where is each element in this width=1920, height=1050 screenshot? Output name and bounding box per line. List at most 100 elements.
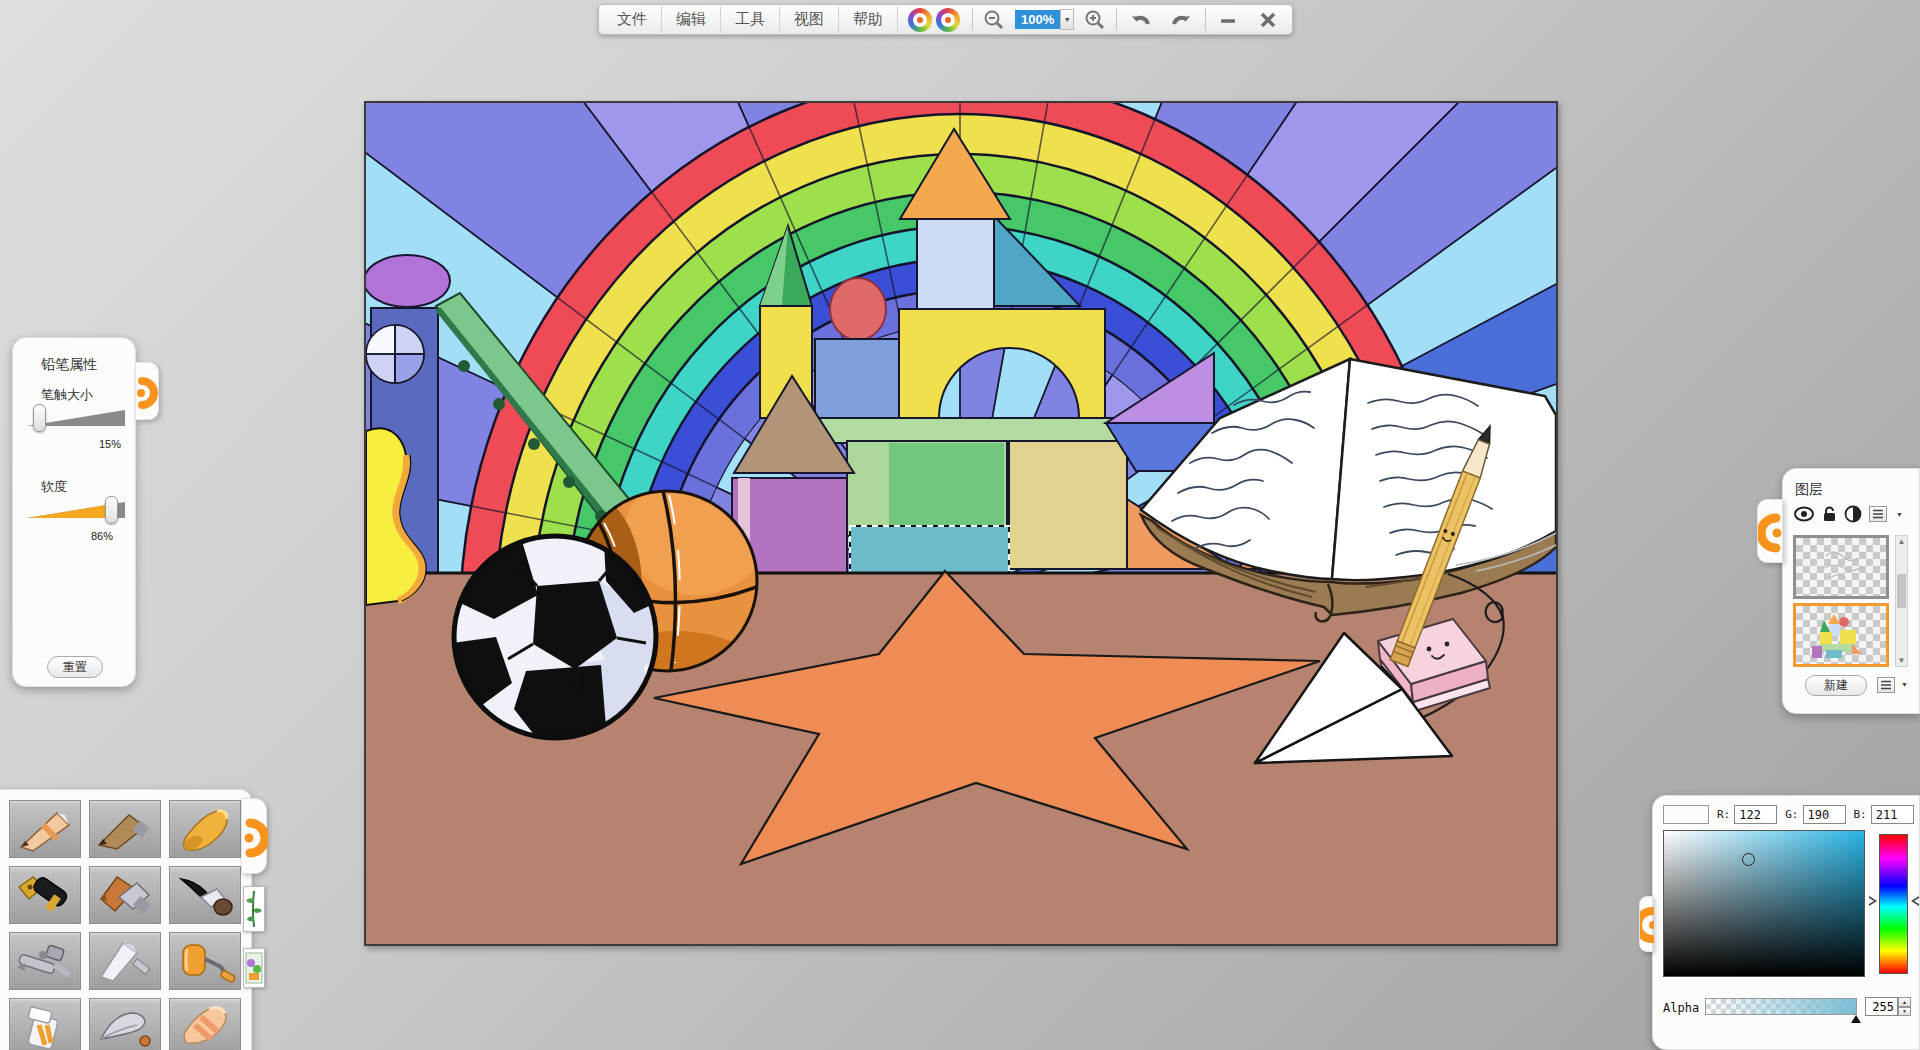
sv-marker[interactable] bbox=[1742, 853, 1755, 866]
blue-label: B: bbox=[1854, 808, 1867, 821]
alpha-slider[interactable] bbox=[1705, 998, 1857, 1015]
new-layer-button[interactable]: 新建 bbox=[1805, 675, 1867, 696]
alpha-label: Alpha bbox=[1663, 1001, 1699, 1015]
brush-grid bbox=[9, 800, 241, 1050]
layers-scrollbar[interactable]: ▲ ▼ bbox=[1895, 535, 1908, 667]
zoom-level-field[interactable]: 100% ▼ bbox=[1015, 9, 1074, 30]
panel-handle-icon bbox=[136, 363, 160, 421]
sketch-layer-preview bbox=[1796, 538, 1886, 596]
brush-tile-glue-stick[interactable] bbox=[9, 998, 81, 1050]
alpha-down-icon[interactable]: ▼ bbox=[1898, 1007, 1911, 1017]
zoom-out-icon bbox=[983, 9, 1005, 31]
alpha-up-icon[interactable]: ▲ bbox=[1898, 997, 1911, 1007]
metal-nib-icon bbox=[93, 1003, 157, 1050]
reset-button-label: 重置 bbox=[63, 659, 87, 676]
close-button[interactable] bbox=[1248, 6, 1288, 33]
drawing-canvas[interactable] bbox=[364, 101, 1558, 946]
panel-handle-icon bbox=[1640, 897, 1654, 953]
panel-handle-icon bbox=[1758, 500, 1784, 564]
zoom-level-value[interactable]: 100% bbox=[1015, 10, 1060, 29]
toolbar-separator bbox=[972, 8, 973, 31]
layer-item-color[interactable] bbox=[1793, 603, 1889, 667]
lock-icon[interactable] bbox=[1822, 505, 1837, 523]
redo-button[interactable] bbox=[1161, 6, 1203, 33]
app-logo-button[interactable] bbox=[898, 6, 970, 33]
minimize-icon bbox=[1216, 8, 1240, 32]
brush-tile-ink-brush[interactable] bbox=[169, 866, 241, 924]
scroll-down-icon[interactable]: ▼ bbox=[1896, 656, 1907, 665]
softness-slider-thumb[interactable] bbox=[105, 496, 118, 524]
saturation-value-box[interactable] bbox=[1663, 830, 1865, 977]
menu-view[interactable]: 视图 bbox=[780, 6, 839, 33]
brush-tile-palette-knife[interactable] bbox=[89, 932, 161, 990]
glue-stick-icon bbox=[13, 1003, 77, 1050]
clown-logo-left-icon bbox=[908, 8, 932, 32]
red-label: R: bbox=[1717, 808, 1730, 821]
clown-logo-right-icon bbox=[936, 8, 960, 32]
hue-marker-right[interactable] bbox=[1911, 896, 1919, 906]
ink-brush-icon bbox=[173, 871, 237, 919]
scrollbar-thumb[interactable] bbox=[1897, 574, 1906, 608]
brush-tile-paint-roller[interactable] bbox=[169, 932, 241, 990]
layers-panel-title: 图层 bbox=[1795, 481, 1823, 499]
brush-panel-collapse-tab[interactable] bbox=[241, 798, 267, 874]
layer-item-sketch[interactable] bbox=[1793, 535, 1889, 599]
pencil-panel-collapse-tab[interactable] bbox=[135, 362, 159, 420]
pencil-properties-panel: 铅笔属性 笔触大小 15% 软度 86% 重置 bbox=[12, 337, 136, 687]
brush-tile-eraser-stick[interactable] bbox=[169, 998, 241, 1050]
visibility-eye-icon[interactable] bbox=[1793, 506, 1815, 522]
brush-tile-fountain-pen[interactable] bbox=[9, 866, 81, 924]
reset-button[interactable]: 重置 bbox=[47, 656, 103, 678]
brush-size-slider-thumb[interactable] bbox=[33, 404, 46, 432]
brush-tile-sharp-pencil[interactable] bbox=[9, 800, 81, 858]
brush-tile-wood-pencil[interactable] bbox=[89, 800, 161, 858]
zoom-dropdown-icon[interactable]: ▼ bbox=[1060, 9, 1074, 30]
toolbar-separator bbox=[1205, 8, 1206, 31]
pencil-panel-title: 铅笔属性 bbox=[41, 356, 97, 374]
fountain-pen-icon bbox=[13, 871, 77, 919]
alpha-value-field[interactable]: 255 bbox=[1865, 997, 1898, 1016]
alpha-marker[interactable] bbox=[1851, 1015, 1861, 1023]
wood-pencil-icon bbox=[93, 805, 157, 853]
brush-size-label: 笔触大小 bbox=[41, 386, 93, 404]
picture-brush-preview[interactable] bbox=[243, 948, 265, 988]
menu-tools[interactable]: 工具 bbox=[721, 6, 780, 33]
red-field[interactable]: 122 bbox=[1734, 805, 1777, 824]
brush-tile-airbrush[interactable] bbox=[9, 932, 81, 990]
brush-tools-panel bbox=[0, 789, 252, 1050]
blend-contrast-icon[interactable] bbox=[1844, 505, 1862, 523]
airbrush-icon bbox=[13, 937, 77, 985]
hue-bar[interactable] bbox=[1879, 834, 1908, 974]
hue-marker-left[interactable] bbox=[1869, 896, 1877, 906]
brush-tile-crayon[interactable] bbox=[169, 800, 241, 858]
minimize-button[interactable] bbox=[1208, 6, 1248, 33]
menu-help[interactable]: 帮助 bbox=[839, 6, 898, 33]
green-label: G: bbox=[1785, 808, 1798, 821]
red-value: 122 bbox=[1739, 808, 1761, 822]
eraser-stick-icon bbox=[173, 1003, 237, 1050]
menu-edit[interactable]: 编辑 bbox=[662, 6, 721, 33]
menu-file-label: 文件 bbox=[617, 10, 647, 29]
layer-menu-dropdown-icon[interactable]: ▼ bbox=[1896, 511, 1903, 518]
softness-value: 86% bbox=[91, 530, 113, 542]
layer-menu-icon[interactable] bbox=[1869, 506, 1887, 522]
green-field[interactable]: 190 bbox=[1803, 805, 1846, 824]
zoom-in-button[interactable] bbox=[1076, 6, 1114, 33]
menu-file[interactable]: 文件 bbox=[603, 6, 662, 33]
color-panel-collapse-tab[interactable] bbox=[1639, 896, 1653, 952]
menu-edit-label: 编辑 bbox=[676, 10, 706, 29]
sharp-pencil-icon bbox=[13, 805, 77, 853]
layers-panel-collapse-tab[interactable] bbox=[1757, 499, 1783, 563]
blue-field[interactable]: 211 bbox=[1871, 805, 1914, 824]
plant-brush-preview[interactable] bbox=[243, 886, 265, 932]
paint-roller-icon bbox=[173, 937, 237, 985]
new-layer-dropdown-icon[interactable]: ▼ bbox=[1901, 681, 1908, 688]
new-layer-menu-icon[interactable] bbox=[1877, 677, 1895, 693]
green-value: 190 bbox=[1808, 808, 1830, 822]
undo-button[interactable] bbox=[1119, 6, 1161, 33]
brush-tile-metal-nib[interactable] bbox=[89, 998, 161, 1050]
brush-tile-flat-brush[interactable] bbox=[89, 866, 161, 924]
zoom-out-button[interactable] bbox=[975, 6, 1013, 33]
app-root: { "toolbar": { "menus": ["文件", "编辑", "工具… bbox=[0, 0, 1920, 1050]
scroll-up-icon[interactable]: ▲ bbox=[1896, 537, 1907, 546]
